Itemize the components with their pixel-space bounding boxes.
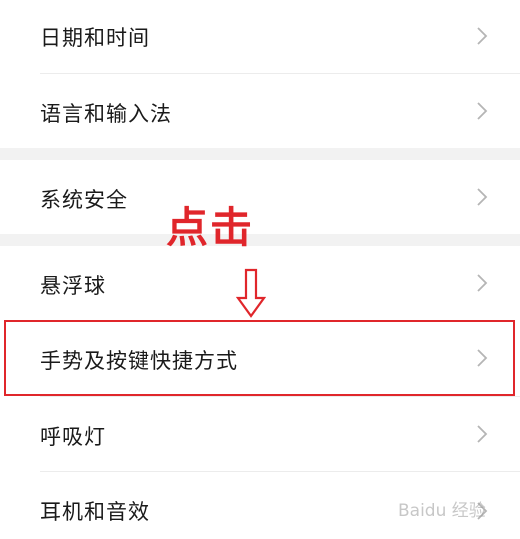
settings-item-label: 呼吸灯 [40,425,106,449]
settings-item-date-time[interactable]: 日期和时间 [0,0,520,73]
settings-item-label: 耳机和音效 [40,500,150,524]
chevron-right-icon [476,102,488,120]
chevron-right-icon [476,27,488,45]
annotation-click-label: 点击 [166,203,255,252]
settings-item-breathing-light[interactable]: 呼吸灯 [0,397,520,471]
section-gap [0,234,520,246]
settings-item-system-security[interactable]: 系统安全 [0,160,520,234]
settings-item-label: 日期和时间 [40,26,150,50]
settings-screen: 日期和时间 语言和输入法 系统安全 悬浮球 手势及按键快捷方式 呼吸灯 耳机和音… [0,0,520,539]
chevron-right-icon [476,425,488,443]
baidu-jingyan-watermark: Baidu 经验 [396,486,514,530]
chevron-right-icon [476,188,488,206]
settings-item-label: 悬浮球 [40,274,106,298]
chevron-right-icon [476,274,488,292]
settings-item-language-input[interactable]: 语言和输入法 [0,74,520,148]
settings-item-label: 系统安全 [40,188,128,212]
highlight-box [4,320,515,396]
watermark-text: Baidu 经验 [398,501,486,521]
down-arrow-icon [235,268,267,318]
settings-item-label: 语言和输入法 [40,102,172,126]
section-gap [0,148,520,160]
